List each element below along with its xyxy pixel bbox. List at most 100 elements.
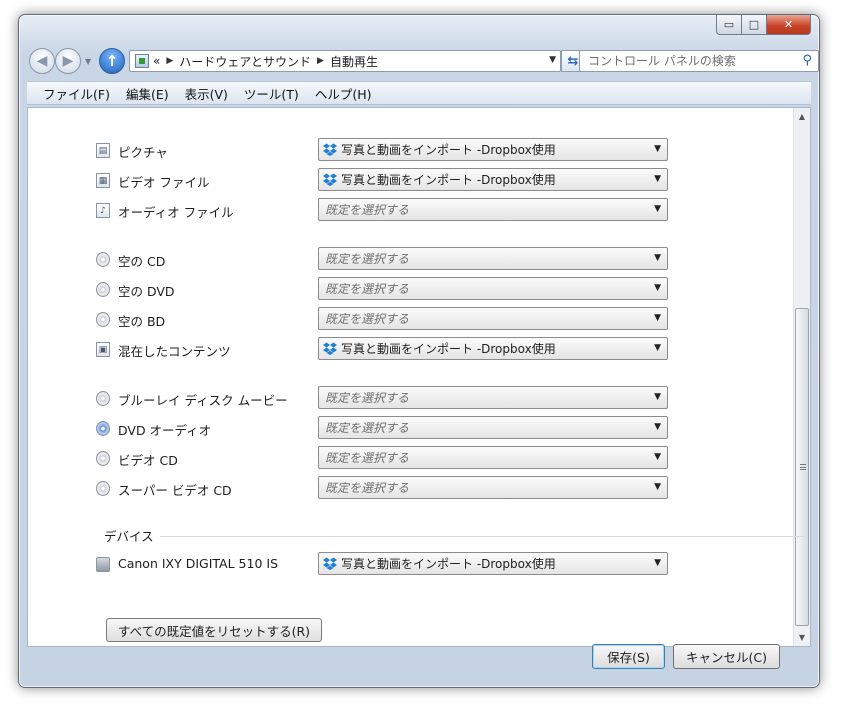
menu-view[interactable]: 表示(V) — [177, 84, 236, 103]
back-button[interactable]: ◀ — [29, 48, 55, 74]
chevron-down-icon: ▼ — [654, 174, 661, 184]
chevron-down-icon: ▼ — [654, 482, 661, 492]
address-bar[interactable]: « ▶ ハードウェアとサウンド ▶ 自動再生 ▼ — [129, 50, 561, 72]
select-value: 写真と動画をインポート -Dropbox使用 — [341, 173, 556, 187]
row-label: 空の DVD — [118, 284, 175, 299]
list-item: Canon IXY DIGITAL 510 IS 写真と動画をインポート -Dr… — [28, 552, 808, 576]
menu-tools[interactable]: ツール(T) — [236, 84, 307, 103]
list-item: DVD オーディオ 既定を選択する ▼ — [28, 416, 808, 440]
breadcrumb-autoplay[interactable]: 自動再生 — [330, 53, 378, 70]
chevron-down-icon: ▼ — [654, 283, 661, 293]
search-input[interactable] — [580, 51, 780, 71]
row-label: 空の BD — [118, 314, 166, 329]
action-select[interactable]: 既定を選択する ▼ — [318, 416, 668, 439]
cd-icon — [96, 252, 110, 267]
menu-edit[interactable]: 編集(E) — [118, 84, 177, 103]
select-value: 既定を選択する — [325, 252, 410, 266]
list-item: 空の CD 既定を選択する ▼ — [28, 247, 808, 271]
chevron-down-icon: ▼ — [654, 558, 661, 568]
video-cd-icon — [96, 451, 110, 466]
action-select[interactable]: 写真と動画をインポート -Dropbox使用 ▼ — [318, 337, 668, 360]
action-select[interactable]: 既定を選択する ▼ — [318, 446, 668, 469]
dropbox-icon — [323, 173, 337, 186]
select-value: 写真と動画をインポート -Dropbox使用 — [341, 143, 556, 157]
chevron-down-icon: ▼ — [654, 204, 661, 214]
mixed-content-icon: ▣ — [96, 342, 110, 357]
select-value: 既定を選択する — [325, 282, 410, 296]
minimize-button[interactable]: ▭ — [716, 15, 742, 35]
autoplay-settings-panel: ▲ ▼ ▤ ピクチャ 写真と動画をインポート -Dropbox使用 ▼ ▦ ビデ… — [27, 107, 811, 647]
list-item: ▤ ピクチャ 写真と動画をインポート -Dropbox使用 ▼ — [28, 138, 808, 162]
close-icon: ✕ — [783, 18, 794, 31]
breadcrumb-separator-icon[interactable]: ▶ — [317, 56, 324, 66]
bluray-movie-icon — [96, 391, 110, 406]
list-item: ブルーレイ ディスク ムービー 既定を選択する ▼ — [28, 386, 808, 410]
chevron-down-icon: ▼ — [654, 313, 661, 323]
forward-arrow-icon: ▶ — [62, 53, 74, 69]
reset-defaults-button[interactable]: すべての既定値をリセットする(R) — [106, 618, 322, 642]
scroll-up-icon[interactable]: ▲ — [794, 108, 810, 125]
chevron-down-icon: ▼ — [654, 422, 661, 432]
back-arrow-icon: ◀ — [36, 53, 48, 69]
save-button[interactable]: 保存(S) — [592, 644, 665, 669]
select-value: 既定を選択する — [325, 391, 410, 405]
maximize-icon: □ — [748, 18, 760, 31]
autoplay-window: ▭ □ ✕ ◀ ▶ ▼ ↑ « ▶ ハードウェアとサウンド ▶ 自動再生 ▼ ⇆… — [18, 14, 820, 688]
action-select[interactable]: 既定を選択する ▼ — [318, 198, 668, 221]
action-select[interactable]: 写真と動画をインポート -Dropbox使用 ▼ — [318, 168, 668, 191]
row-label: DVD オーディオ — [118, 423, 212, 438]
row-label: ピクチャ — [118, 145, 168, 160]
list-item: 空の BD 既定を選択する ▼ — [28, 307, 808, 331]
bd-icon — [96, 312, 110, 327]
row-label: Canon IXY DIGITAL 510 IS — [118, 556, 279, 571]
up-level-button[interactable]: ↑ — [99, 48, 125, 74]
forward-button[interactable]: ▶ — [55, 48, 81, 74]
cancel-button[interactable]: キャンセル(C) — [673, 644, 780, 669]
action-select[interactable]: 既定を選択する ▼ — [318, 307, 668, 330]
select-value: 既定を選択する — [325, 421, 410, 435]
row-label: ブルーレイ ディスク ムービー — [118, 393, 288, 408]
action-select[interactable]: 既定を選択する ▼ — [318, 247, 668, 270]
search-icon[interactable]: ⚲ — [802, 53, 812, 68]
row-label: ビデオ CD — [118, 453, 178, 468]
action-select[interactable]: 写真と動画をインポート -Dropbox使用 ▼ — [318, 552, 668, 575]
row-label: オーディオ ファイル — [118, 205, 234, 220]
breadcrumb-separator-icon[interactable]: ▶ — [166, 56, 173, 66]
super-video-cd-icon — [96, 481, 110, 496]
address-dropdown-icon[interactable]: ▼ — [549, 55, 556, 65]
chevron-down-icon: ▼ — [654, 253, 661, 263]
minimize-icon: ▭ — [723, 18, 735, 31]
close-button[interactable]: ✕ — [767, 15, 811, 35]
action-select[interactable]: 写真と動画をインポート -Dropbox使用 ▼ — [318, 138, 668, 161]
recent-pages-dropdown-icon[interactable]: ▼ — [85, 57, 91, 66]
dropbox-icon — [323, 342, 337, 355]
chevron-down-icon: ▼ — [654, 452, 661, 462]
chevron-down-icon: ▼ — [654, 343, 661, 353]
address-prefix[interactable]: « — [153, 54, 160, 68]
row-label: ビデオ ファイル — [118, 175, 210, 190]
list-item: ビデオ CD 既定を選択する ▼ — [28, 446, 808, 470]
maximize-button[interactable]: □ — [742, 15, 767, 35]
action-select[interactable]: 既定を選択する ▼ — [318, 476, 668, 499]
menu-bar: ファイル(F) 編集(E) 表示(V) ツール(T) ヘルプ(H) — [27, 81, 811, 105]
video-file-icon: ▦ — [96, 173, 110, 188]
list-item: スーパー ビデオ CD 既定を選択する ▼ — [28, 476, 808, 500]
camera-icon — [96, 557, 110, 572]
action-select[interactable]: 既定を選択する ▼ — [318, 277, 668, 300]
menu-help[interactable]: ヘルプ(H) — [307, 84, 380, 103]
refresh-icon: ⇆ — [567, 53, 579, 69]
picture-icon: ▤ — [96, 143, 110, 158]
menu-file[interactable]: ファイル(F) — [35, 84, 118, 103]
breadcrumb-hardware-sound[interactable]: ハードウェアとサウンド — [179, 53, 311, 70]
select-value: 既定を選択する — [325, 481, 410, 495]
up-arrow-icon: ↑ — [105, 52, 119, 70]
dvd-audio-icon — [96, 421, 110, 436]
select-value: 写真と動画をインポート -Dropbox使用 — [341, 342, 556, 356]
devices-divider — [160, 536, 805, 537]
scroll-down-icon[interactable]: ▼ — [794, 629, 810, 646]
select-value: 既定を選択する — [325, 451, 410, 465]
chevron-down-icon: ▼ — [654, 144, 661, 154]
row-label: 空の CD — [118, 254, 166, 269]
list-item: 空の DVD 既定を選択する ▼ — [28, 277, 808, 301]
action-select[interactable]: 既定を選択する ▼ — [318, 386, 668, 409]
